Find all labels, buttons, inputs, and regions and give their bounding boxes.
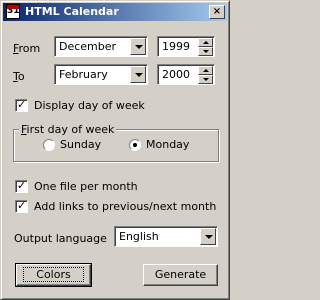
from-year-value: 1999 (162, 40, 190, 53)
first-day-of-week-title: First day of week (19, 123, 117, 136)
radio-sunday[interactable] (43, 139, 55, 151)
calendar-app-icon: 31 (6, 4, 20, 19)
to-month-select[interactable]: February (54, 64, 148, 85)
html-calendar-window: 31 HTML Calendar × From December 1999 To… (0, 0, 230, 300)
output-language-label: Output language (14, 232, 107, 245)
title-bar[interactable]: 31 HTML Calendar × (3, 3, 227, 21)
radio-monday[interactable] (129, 139, 141, 151)
window-title: HTML Calendar (25, 5, 119, 18)
output-language-select[interactable]: English (114, 226, 218, 247)
one-file-per-month-checkbox[interactable] (15, 179, 28, 193)
radio-monday-label[interactable]: Monday (146, 138, 189, 151)
output-language-value: English (119, 230, 159, 243)
from-month-select[interactable]: December (54, 36, 148, 57)
to-month-value: February (59, 68, 108, 81)
from-label: From (13, 42, 41, 55)
to-year-spinner[interactable]: 2000 (157, 64, 215, 85)
chevron-down-icon[interactable] (200, 228, 216, 245)
from-month-value: December (59, 40, 117, 53)
chevron-down-icon[interactable] (130, 38, 146, 55)
add-links-checkbox[interactable] (15, 199, 28, 213)
close-button[interactable]: × (209, 5, 225, 19)
spin-up-icon[interactable] (198, 38, 213, 47)
display-day-of-week-label[interactable]: Display day of week (34, 99, 145, 112)
from-year-spinner[interactable]: 1999 (157, 36, 215, 57)
to-label: To (13, 70, 25, 83)
generate-button[interactable]: Generate (143, 264, 218, 286)
spin-up-icon[interactable] (198, 66, 213, 75)
chevron-down-icon[interactable] (130, 66, 146, 83)
colors-button[interactable]: Colors (15, 263, 92, 287)
one-file-per-month-label[interactable]: One file per month (34, 180, 138, 193)
display-day-of-week-checkbox[interactable] (15, 98, 28, 112)
spin-down-icon[interactable] (198, 75, 213, 84)
radio-sunday-label[interactable]: Sunday (60, 138, 101, 151)
add-links-label[interactable]: Add links to previous/next month (34, 200, 216, 213)
to-year-value: 2000 (162, 68, 190, 81)
colors-button-label: Colors (23, 267, 84, 282)
spin-down-icon[interactable] (198, 47, 213, 56)
